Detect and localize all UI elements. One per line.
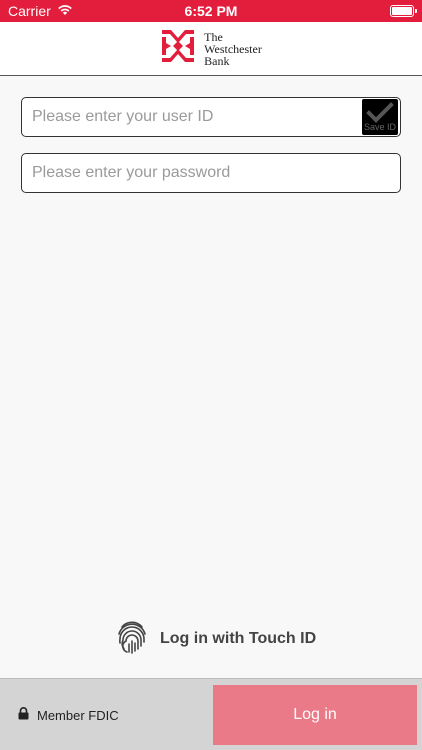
password-field-container: [21, 153, 401, 193]
fdic-label: Member FDIC: [37, 707, 119, 723]
fingerprint-icon: [116, 619, 148, 660]
bank-logo: The Westchester Bank: [160, 28, 262, 69]
app-header: The Westchester Bank: [0, 22, 422, 76]
touchid-login-button[interactable]: Log in with Touch ID: [116, 620, 316, 658]
touchid-label: Log in with Touch ID: [160, 630, 317, 647]
login-button[interactable]: Log in: [213, 685, 417, 745]
footer-bar: Member FDIC Log in: [0, 678, 422, 750]
status-bar: Carrier 6:52 PM: [0, 0, 422, 22]
save-id-checkbox[interactable]: Save ID: [362, 99, 398, 135]
logo-line-2: Westchester: [204, 41, 262, 56]
logo-line-3: Bank: [204, 53, 230, 68]
status-time: 6:52 PM: [184, 3, 238, 19]
save-id-label: Save ID: [364, 122, 397, 132]
bank-logo-text: The Westchester Bank: [204, 31, 262, 67]
password-input[interactable]: [22, 154, 400, 192]
lock-icon: [18, 707, 29, 723]
status-right: [294, 5, 417, 17]
member-fdic: Member FDIC: [18, 707, 119, 723]
battery-icon: [389, 5, 417, 17]
userid-input[interactable]: [22, 98, 400, 136]
wifi-icon: [57, 3, 73, 19]
status-left: Carrier: [8, 3, 128, 19]
bank-logo-mark-icon: [160, 28, 196, 69]
userid-field-container: Save ID: [21, 97, 401, 137]
logo-line-1: The: [204, 29, 223, 44]
carrier-label: Carrier: [8, 3, 51, 19]
